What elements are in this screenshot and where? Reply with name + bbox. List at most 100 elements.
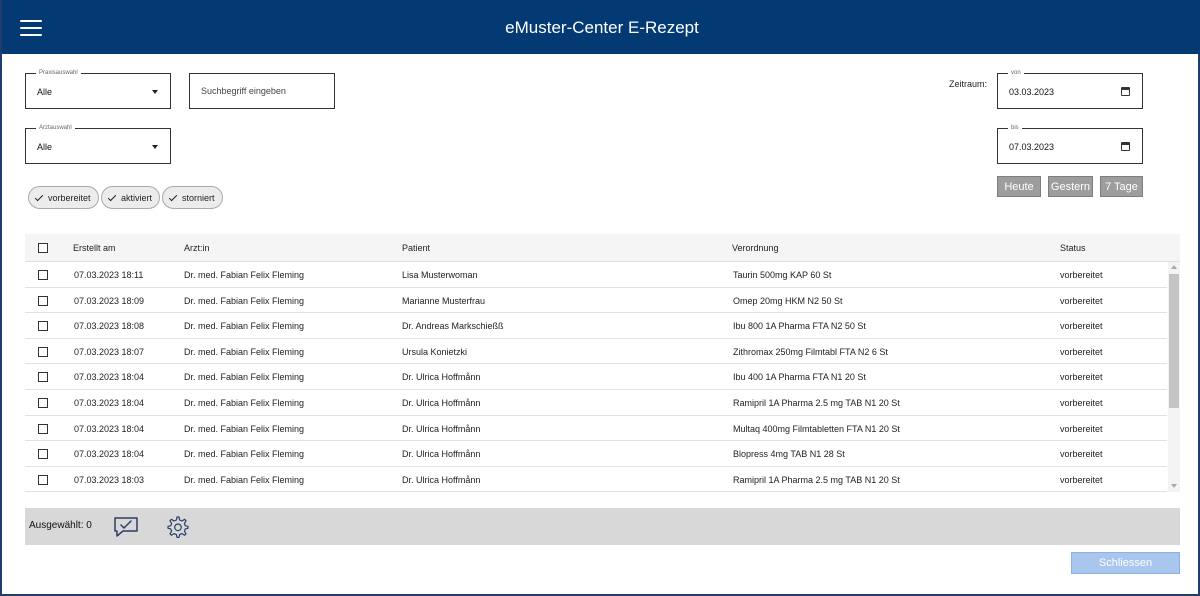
cell-status: vorbereitet [1060,372,1103,383]
table-row[interactable]: 07.03.2023 18:04 Dr. med. Fabian Felix Fl… [25,441,1167,467]
col-header-erstellt[interactable]: Erstellt am [73,243,116,253]
table-row[interactable]: 07.03.2023 18:09 Dr. med. Fabian Felix Fl… [25,287,1167,314]
table-row[interactable]: 07.03.2023 18:11 Dr. med. Fabian Felix Fl… [25,262,1167,288]
cell-status: vorbereitet [1060,474,1103,485]
zeitraum-label: Zeitraum: [949,79,988,89]
cell-arzt: Dr. med. Fabian Felix Fleming [184,321,305,332]
check-icon [107,192,117,201]
row-checkbox[interactable] [38,372,48,383]
row-checkbox[interactable] [38,346,48,357]
cell-status: vorbereitet [1060,398,1103,408]
table-row[interactable]: 07.03.2023 18:08 Dr. med. Fabian Felix Fl… [25,313,1167,339]
gear-icon[interactable] [165,515,189,539]
check-icon [168,192,178,201]
cell-arzt: Dr. med. Fabian Felix Fleming [184,398,305,408]
praxis-select-legend: Praxisauswahl [36,69,81,78]
cell-erstellt: 07.03.2023 18:04 [74,398,145,408]
row-checkbox[interactable] [38,295,48,306]
cell-status: vorbereitet [1060,321,1103,332]
cell-arzt: Dr. med. Fabian Felix Fleming [184,372,305,383]
row-checkbox[interactable] [38,270,48,280]
table-row[interactable]: 07.03.2023 18:07 Dr. med. Fabian Felix Fl… [25,338,1167,365]
row-checkbox[interactable] [38,321,48,332]
cell-arzt: Dr. med. Fabian Felix Fleming [184,449,305,460]
date-from-value: 03.03.2023 [1009,87,1055,97]
today-button[interactable]: Heute [997,176,1041,197]
cell-patient: Lisa Musterwoman [402,270,478,280]
search-input[interactable] [189,73,335,109]
col-header-verordnung[interactable]: Verordnung [732,243,779,253]
cell-erstellt: 07.03.2023 18:09 [74,295,145,306]
close-button[interactable]: Schliessen [1071,552,1180,574]
cell-status: vorbereitet [1060,423,1103,434]
calendar-icon[interactable] [1121,87,1130,96]
calendar-icon[interactable] [1121,142,1130,151]
date-to-legend: bis [1008,124,1022,133]
message-check-icon[interactable] [113,516,139,538]
col-header-patient[interactable]: Patient [402,243,430,253]
cell-erstellt: 07.03.2023 18:04 [74,423,145,434]
chevron-down-icon [152,145,158,149]
praxis-select[interactable]: Praxisauswahl Alle [25,69,171,109]
table-row[interactable]: 07.03.2023 18:04 Dr. med. Fabian Felix Fl… [25,390,1167,416]
check-icon [34,192,44,201]
cell-verordnung: Zithromax 250mg Filmtabl FTA N2 6 St [733,346,888,357]
date-from-legend: von [1008,69,1024,78]
cell-patient: Marianne Musterfrau [402,295,486,306]
table-scrollbar[interactable] [1168,262,1180,492]
arzt-select-value: Alle [37,142,53,152]
scrollbar-thumb[interactable] [1169,274,1179,408]
cell-patient: Ursula Konietzki [402,346,468,357]
cell-erstellt: 07.03.2023 18:03 [74,474,145,485]
prescription-table: Erstellt am Arzt:in Patient Verordnung S… [25,234,1180,492]
chip-storniert[interactable]: storniert [162,186,223,209]
cell-arzt: Dr. med. Fabian Felix Fleming [184,474,305,485]
arzt-select-legend: Arztauswahl [36,124,75,133]
cell-verordnung: Ramipril 1A Pharma 2.5 mg TAB N1 20 St [733,474,900,485]
row-checkbox[interactable] [38,449,48,460]
scroll-up-icon[interactable] [1171,265,1177,269]
select-all-checkbox[interactable] [38,243,48,253]
cell-patient: Dr. Ulrica Hoffmånn [402,449,481,460]
chip-aktiviert[interactable]: aktiviert [101,186,161,209]
footer-bar: Ausgewählt: 0 [25,508,1180,545]
date-to-field[interactable]: bis 07.03.2023 [997,124,1143,164]
cell-status: vorbereitet [1060,270,1103,280]
table-row[interactable]: 07.03.2023 18:04 Dr. med. Fabian Felix Fl… [25,364,1167,390]
arzt-select[interactable]: Arztauswahl Alle [25,124,171,164]
cell-patient: Dr. Ulrica Hoffmånn [402,423,481,434]
cell-erstellt: 07.03.2023 18:07 [74,346,145,357]
cell-arzt: Dr. med. Fabian Felix Fleming [184,295,305,306]
col-header-arzt[interactable]: Arzt:in [184,243,210,253]
cell-verordnung: Ibu 400 1A Pharma FTA N1 20 St [733,372,866,383]
cell-erstellt: 07.03.2023 18:04 [74,372,145,383]
table-row[interactable]: 07.03.2023 18:04 Dr. med. Fabian Felix Fl… [25,415,1167,442]
cell-verordnung: Multaq 400mg Filmtabletten FTA N1 20 St [733,423,900,434]
cell-status: vorbereitet [1060,295,1103,306]
cell-arzt: Dr. med. Fabian Felix Fleming [184,346,305,357]
cell-arzt: Dr. med. Fabian Felix Fleming [184,423,305,434]
cell-erstellt: 07.03.2023 18:08 [74,321,145,332]
table-row[interactable]: 07.03.2023 18:03 Dr. med. Fabian Felix Fl… [25,466,1167,492]
praxis-select-value: Alle [37,87,53,97]
date-to-value: 07.03.2023 [1009,142,1055,152]
app-title: eMuster-Center E-Rezept [505,18,699,37]
row-checkbox[interactable] [38,474,48,485]
last-7-days-button[interactable]: 7 Tage [1100,176,1143,197]
cell-erstellt: 07.03.2023 18:11 [74,270,144,280]
cell-patient: Dr. Ulrica Hoffmånn [402,474,481,485]
app-window: eMuster-Center E-Rezept Praxisauswahl Al… [0,0,1200,596]
chip-vorbereitet[interactable]: vorbereitet [28,186,99,209]
cell-verordnung: Taurin 500mg KAP 60 St [733,270,832,280]
cell-arzt: Dr. med. Fabian Felix Fleming [184,270,305,280]
date-from-field[interactable]: von 03.03.2023 [997,69,1143,109]
row-checkbox[interactable] [38,398,48,408]
row-checkbox[interactable] [38,423,48,434]
cell-status: vorbereitet [1060,346,1103,357]
yesterday-button[interactable]: Gestern [1048,176,1093,197]
cell-patient: Dr. Andreas Markschießß [402,321,504,332]
col-header-status[interactable]: Status [1060,243,1086,253]
scroll-down-icon[interactable] [1171,484,1177,488]
chip-label: storniert [182,192,215,203]
cell-verordnung: Blopress 4mg TAB N1 28 St [733,449,845,460]
